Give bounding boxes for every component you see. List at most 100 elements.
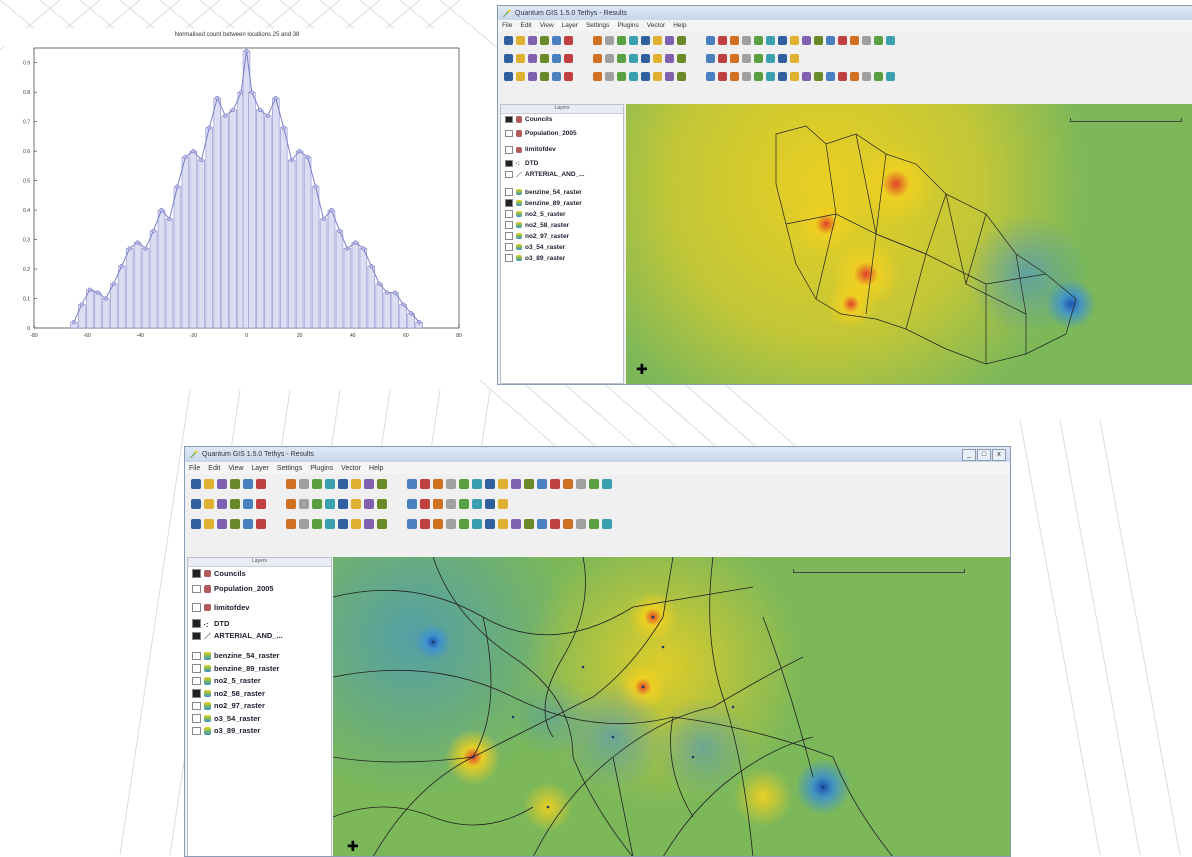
open-icon[interactable] bbox=[516, 35, 525, 45]
zoom-out-icon[interactable] bbox=[602, 519, 612, 529]
minimize-button[interactable]: _ bbox=[962, 449, 976, 461]
add-vector-icon[interactable] bbox=[407, 519, 417, 529]
plugin-icon[interactable] bbox=[754, 71, 763, 81]
layer-visibility-checkbox[interactable] bbox=[192, 726, 201, 735]
zoom-out-icon[interactable] bbox=[312, 499, 322, 509]
identify-icon[interactable] bbox=[351, 519, 361, 529]
menu-item-layer[interactable]: Layer bbox=[562, 22, 578, 29]
zoom-in-icon[interactable] bbox=[299, 499, 309, 509]
pan-icon[interactable] bbox=[593, 53, 602, 63]
layer-visibility-checkbox[interactable] bbox=[192, 664, 201, 673]
add-postgis-icon[interactable] bbox=[730, 53, 739, 63]
zoom-in-icon[interactable] bbox=[589, 479, 599, 489]
composer-icon[interactable] bbox=[564, 71, 573, 81]
layer-visibility-checkbox[interactable] bbox=[192, 689, 201, 698]
composer-icon[interactable] bbox=[850, 35, 859, 45]
open-icon[interactable] bbox=[516, 71, 525, 81]
new-icon[interactable] bbox=[504, 53, 513, 63]
zoom-out-icon[interactable] bbox=[617, 53, 626, 63]
save-icon[interactable] bbox=[528, 35, 537, 45]
layer-item[interactable]: benzine_89_raster bbox=[501, 198, 623, 209]
open-icon[interactable] bbox=[516, 53, 525, 63]
layer-item[interactable]: o3_54_raster bbox=[188, 712, 331, 725]
open-icon[interactable] bbox=[511, 479, 521, 489]
menu-item-settings[interactable]: Settings bbox=[586, 22, 610, 29]
layer-visibility-checkbox[interactable] bbox=[192, 631, 201, 640]
layer-visibility-checkbox[interactable] bbox=[192, 714, 201, 723]
save-icon[interactable] bbox=[217, 519, 227, 529]
add-vector-icon[interactable] bbox=[706, 71, 715, 81]
zoom-full-icon[interactable] bbox=[325, 499, 335, 509]
save-as-icon[interactable] bbox=[540, 35, 549, 45]
add-wms-icon[interactable] bbox=[742, 35, 751, 45]
pan-icon[interactable] bbox=[862, 35, 871, 45]
layer-item[interactable]: Councils bbox=[188, 567, 331, 580]
print-icon[interactable] bbox=[243, 519, 253, 529]
layer-visibility-checkbox[interactable] bbox=[505, 221, 513, 229]
attribute-table-icon[interactable] bbox=[778, 53, 787, 63]
pan-icon[interactable] bbox=[286, 479, 296, 489]
python-icon[interactable] bbox=[766, 35, 775, 45]
zoom-in-icon[interactable] bbox=[605, 53, 614, 63]
print-icon[interactable] bbox=[838, 71, 847, 81]
plugin-icon[interactable] bbox=[459, 499, 469, 509]
layer-item[interactable]: no2_58_raster bbox=[501, 220, 623, 231]
menu-item-help[interactable]: Help bbox=[369, 465, 383, 472]
attribute-table-icon[interactable] bbox=[485, 479, 495, 489]
attribute-table-icon[interactable] bbox=[485, 519, 495, 529]
new-icon[interactable] bbox=[191, 499, 201, 509]
layer-visibility-checkbox[interactable] bbox=[505, 170, 513, 179]
zoom-full-icon[interactable] bbox=[629, 71, 638, 81]
window-titlebar[interactable]: Quantum GIS 1.5.0 Tethys - Results _ □ x bbox=[185, 447, 1010, 462]
add-vector-icon[interactable] bbox=[407, 479, 417, 489]
zoom-in-icon[interactable] bbox=[605, 35, 614, 45]
attribute-table-icon[interactable] bbox=[778, 71, 787, 81]
save-icon[interactable] bbox=[814, 35, 823, 45]
layer-item[interactable]: ·: DTD bbox=[188, 617, 331, 630]
layer-visibility-checkbox[interactable] bbox=[505, 188, 513, 196]
zoom-layer-icon[interactable] bbox=[641, 53, 650, 63]
measure-icon[interactable] bbox=[364, 479, 374, 489]
identify-icon[interactable] bbox=[351, 499, 361, 509]
save-as-icon[interactable] bbox=[537, 479, 547, 489]
layer-item[interactable]: ARTERIAL_AND_... bbox=[188, 630, 331, 643]
measure-icon[interactable] bbox=[364, 519, 374, 529]
add-wms-icon[interactable] bbox=[446, 519, 456, 529]
save-icon[interactable] bbox=[524, 519, 534, 529]
save-as-icon[interactable] bbox=[826, 71, 835, 81]
pan-icon[interactable] bbox=[576, 519, 586, 529]
print-icon[interactable] bbox=[552, 35, 561, 45]
zoom-out-icon[interactable] bbox=[617, 71, 626, 81]
menu-item-vector[interactable]: Vector bbox=[341, 465, 361, 472]
add-raster-icon[interactable] bbox=[420, 479, 430, 489]
add-vector-icon[interactable] bbox=[706, 35, 715, 45]
add-postgis-icon[interactable] bbox=[730, 35, 739, 45]
zoom-full-icon[interactable] bbox=[325, 519, 335, 529]
python-icon[interactable] bbox=[766, 53, 775, 63]
layer-item[interactable]: benzine_89_raster bbox=[188, 662, 331, 675]
open-icon[interactable] bbox=[204, 519, 214, 529]
save-icon[interactable] bbox=[217, 499, 227, 509]
add-vector-icon[interactable] bbox=[706, 53, 715, 63]
save-icon[interactable] bbox=[524, 479, 534, 489]
new-icon[interactable] bbox=[790, 71, 799, 81]
open-icon[interactable] bbox=[802, 71, 811, 81]
measure-icon[interactable] bbox=[665, 35, 674, 45]
open-icon[interactable] bbox=[802, 35, 811, 45]
add-postgis-icon[interactable] bbox=[433, 499, 443, 509]
composer-icon[interactable] bbox=[256, 479, 266, 489]
menu-item-vector[interactable]: Vector bbox=[647, 22, 665, 29]
menu-item-edit[interactable]: Edit bbox=[520, 22, 531, 29]
pan-icon[interactable] bbox=[286, 519, 296, 529]
layer-visibility-checkbox[interactable] bbox=[505, 115, 513, 124]
layer-visibility-checkbox[interactable] bbox=[505, 232, 513, 240]
measure-icon[interactable] bbox=[364, 499, 374, 509]
measure-icon[interactable] bbox=[665, 53, 674, 63]
close-button[interactable]: x bbox=[992, 449, 1006, 461]
zoom-layer-icon[interactable] bbox=[338, 519, 348, 529]
zoom-in-icon[interactable] bbox=[299, 519, 309, 529]
select-icon[interactable] bbox=[677, 35, 686, 45]
zoom-out-icon[interactable] bbox=[617, 35, 626, 45]
add-raster-icon[interactable] bbox=[718, 71, 727, 81]
zoom-out-icon[interactable] bbox=[886, 35, 895, 45]
